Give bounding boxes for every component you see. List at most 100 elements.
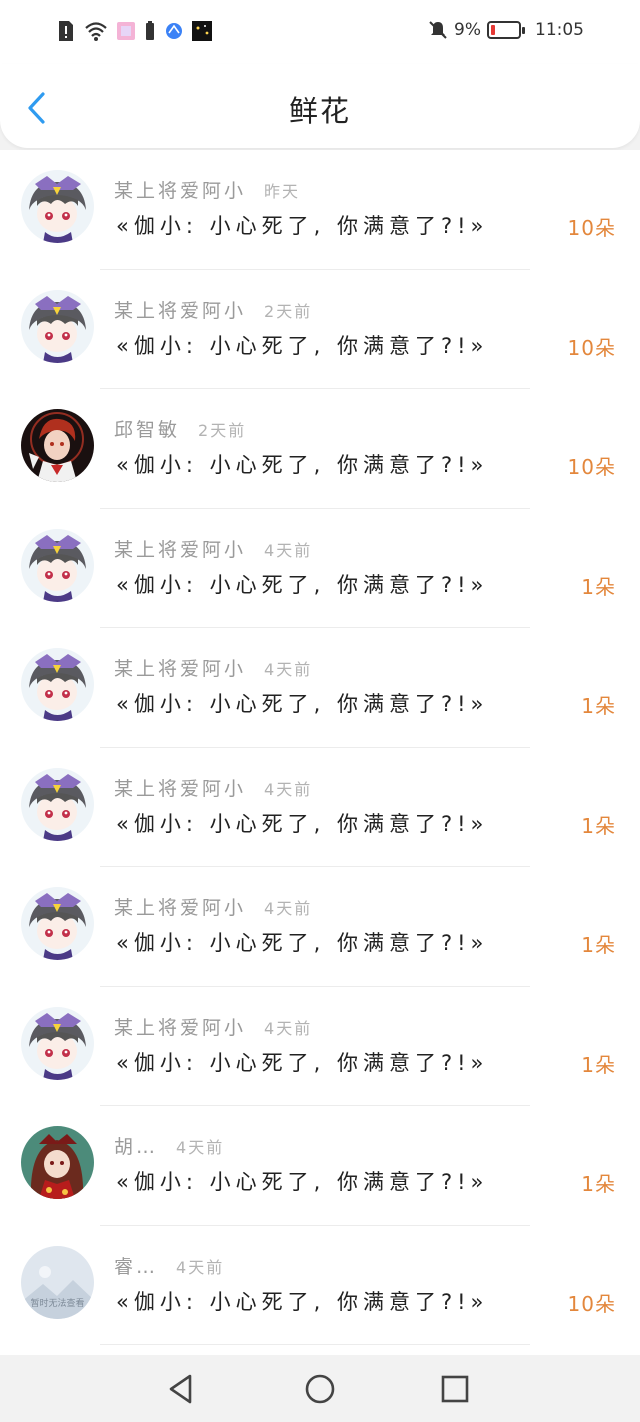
username[interactable]: 某上将爱阿小 — [114, 654, 246, 681]
list-item[interactable]: 暂时无法查看 睿… 4天前 «伽小: 小心死了, 你满意了?!» 10朵 — [0, 1226, 640, 1345]
clock: 11:05 — [535, 20, 584, 40]
alert-icon — [59, 21, 73, 41]
avatar[interactable] — [21, 1126, 94, 1199]
avatar[interactable] — [21, 170, 94, 243]
username[interactable]: 胡… — [114, 1132, 158, 1159]
avatar-placeholder-text: 暂时无法查看 — [30, 1298, 85, 1309]
flower-count: 1朵 — [581, 574, 616, 599]
username[interactable]: 邱智敏 — [114, 415, 180, 442]
list-item[interactable]: 某上将爱阿小 4天前 «伽小: 小心死了, 你满意了?!» 1朵 — [0, 509, 640, 628]
timestamp: 4天前 — [264, 660, 313, 679]
message-text: «伽小: 小心死了, 你满意了?!» — [116, 453, 489, 477]
item-meta: 某上将爱阿小 4天前 — [114, 893, 312, 920]
avatar-purple-hat-girl-icon — [21, 289, 94, 363]
list-item[interactable]: 某上将爱阿小 4天前 «伽小: 小心死了, 你满意了?!» 1朵 — [0, 987, 640, 1106]
flower-count: 10朵 — [567, 216, 616, 240]
navigation-bar — [0, 1355, 640, 1422]
avatar[interactable] — [21, 887, 94, 960]
flower-count: 1朵 — [581, 933, 616, 957]
flower-count: 10朵 — [567, 1291, 616, 1316]
flower-count: 1朵 — [581, 694, 616, 718]
list-item[interactable]: 邱智敏 2天前 «伽小: 小心死了, 你满意了?!» 10朵 — [0, 389, 640, 509]
message-text: «伽小: 小心死了, 你满意了?!» — [116, 333, 489, 358]
flower-count: 1朵 — [581, 813, 616, 838]
list-item[interactable]: 某上将爱阿小 昨天 «伽小: 小心死了, 你满意了?!» 10朵 — [0, 150, 640, 270]
message-text: «伽小: 小心死了, 你满意了?!» — [116, 811, 489, 836]
avatar[interactable] — [21, 289, 94, 363]
timestamp: 4天前 — [176, 1138, 225, 1157]
message-text: «伽小: 小心死了, 你满意了?!» — [116, 214, 489, 238]
avatar-red-hair-boy-icon — [21, 409, 94, 482]
timestamp: 4天前 — [264, 779, 313, 799]
timestamp: 昨天 — [264, 182, 301, 201]
list-item[interactable]: 胡… 4天前 «伽小: 小心死了, 你满意了?!» 1朵 — [0, 1106, 640, 1226]
item-meta: 胡… 4天前 — [114, 1132, 224, 1159]
avatar-brown-hair-girl-icon — [21, 1126, 94, 1199]
item-meta: 邱智敏 2天前 — [114, 415, 246, 442]
battery-icon — [487, 21, 525, 39]
message-text: «伽小: 小心死了, 你满意了?!» — [116, 692, 489, 716]
avatar-purple-hat-girl-icon — [21, 528, 94, 602]
item-meta: 某上将爱阿小 4天前 — [114, 654, 312, 681]
item-meta: 某上将爱阿小 4天前 — [114, 774, 312, 801]
username[interactable]: 某上将爱阿小 — [114, 296, 246, 323]
status-icons-left — [56, 20, 212, 42]
app-notification-icon — [117, 22, 135, 40]
avatar[interactable] — [21, 648, 94, 721]
message-text: «伽小: 小心死了, 你满意了?!» — [116, 931, 489, 955]
flower-count: 10朵 — [567, 455, 616, 479]
wifi-icon — [85, 22, 107, 41]
list-item[interactable]: 某上将爱阿小 4天前 «伽小: 小心死了, 你满意了?!» 1朵 — [0, 748, 640, 867]
status-bar: 9% 11:05 — [0, 0, 640, 64]
avatar-purple-hat-girl-icon — [21, 887, 94, 960]
item-meta: 某上将爱阿小 4天前 — [114, 535, 312, 562]
divider — [100, 1344, 530, 1345]
avatar-purple-hat-girl-icon — [21, 767, 94, 841]
flower-count: 1朵 — [581, 1052, 616, 1077]
username[interactable]: 某上将爱阿小 — [114, 176, 246, 203]
username[interactable]: 某上将爱阿小 — [114, 774, 246, 801]
page-header: 鲜花 — [0, 64, 640, 148]
username[interactable]: 某上将爱阿小 — [114, 535, 246, 562]
item-meta: 某上将爱阿小 2天前 — [114, 296, 312, 323]
item-meta: 某上将爱阿小 4天前 — [114, 1013, 312, 1040]
avatar-purple-hat-girl-icon — [21, 1006, 94, 1080]
page-title: 鲜花 — [288, 94, 351, 128]
item-meta: 某上将爱阿小 昨天 — [114, 176, 300, 203]
list-item[interactable]: 某上将爱阿小 4天前 «伽小: 小心死了, 你满意了?!» 1朵 — [0, 628, 640, 748]
avatar[interactable] — [21, 528, 94, 602]
username[interactable]: 睿… — [114, 1252, 158, 1279]
battery-percent: 9% — [454, 20, 481, 40]
flower-list[interactable]: 某上将爱阿小 昨天 «伽小: 小心死了, 你满意了?!» 10朵 某上将爱阿小 2天前 «伽… — [0, 150, 640, 1355]
avatar[interactable] — [21, 1006, 94, 1080]
nav-back-icon[interactable] — [164, 1371, 200, 1407]
avatar-purple-hat-girl-icon — [21, 170, 94, 243]
timestamp: 4天前 — [264, 540, 313, 560]
nav-recents-icon[interactable] — [437, 1371, 473, 1407]
nav-home-icon[interactable] — [302, 1371, 338, 1407]
item-meta: 睿… 4天前 — [114, 1252, 224, 1279]
flower-count: 1朵 — [581, 1172, 616, 1196]
message-text: «伽小: 小心死了, 你满意了?!» — [116, 1170, 489, 1194]
avatar[interactable] — [21, 767, 94, 841]
username[interactable]: 某上将爱阿小 — [114, 893, 246, 920]
timestamp: 2天前 — [264, 301, 313, 321]
timestamp: 4天前 — [176, 1257, 225, 1277]
night-app-icon — [192, 21, 212, 41]
battery-saver-icon — [146, 21, 154, 40]
avatar[interactable] — [21, 409, 94, 482]
timestamp: 2天前 — [198, 421, 247, 440]
message-text: «伽小: 小心死了, 你满意了?!» — [116, 1289, 489, 1314]
browser-icon — [166, 23, 182, 39]
username[interactable]: 某上将爱阿小 — [114, 1013, 246, 1040]
timestamp: 4天前 — [264, 1018, 313, 1038]
avatar[interactable]: 暂时无法查看 — [21, 1245, 94, 1319]
list-item[interactable]: 某上将爱阿小 2天前 «伽小: 小心死了, 你满意了?!» 10朵 — [0, 270, 640, 389]
mute-bell-icon — [429, 21, 447, 39]
status-icons-right: 9% 11:05 — [428, 20, 584, 40]
timestamp: 4天前 — [264, 899, 313, 918]
message-text: «伽小: 小心死了, 你满意了?!» — [116, 1050, 489, 1075]
list-item[interactable]: 某上将爱阿小 4天前 «伽小: 小心死了, 你满意了?!» 1朵 — [0, 867, 640, 987]
flower-count: 10朵 — [567, 335, 616, 360]
avatar-purple-hat-girl-icon — [21, 648, 94, 721]
